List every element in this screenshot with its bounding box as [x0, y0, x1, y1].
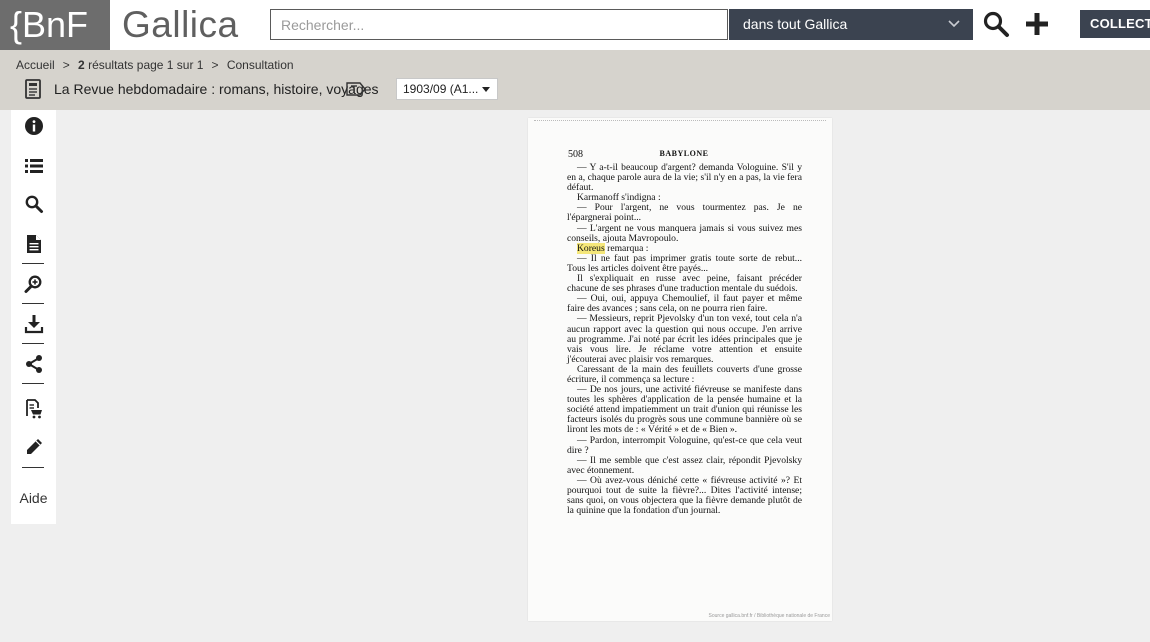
search-input[interactable] [270, 9, 728, 40]
text-paragraph: — De nos jours, une activité fiévreuse s… [567, 384, 802, 436]
breadcrumb-current: Consultation [226, 58, 294, 72]
text-paragraph: Caressant de la main des feuillets couve… [567, 363, 802, 385]
text-paragraph: — Messieurs, reprit Pjevolsky d'un ton v… [567, 313, 802, 365]
source-credit: Source gallica.bnf.fr / Bibliothèque nat… [708, 613, 830, 619]
table-of-contents-button[interactable] [11, 147, 56, 185]
date-select[interactable]: 1903/09 (A1... [396, 78, 498, 100]
zoom-icon [24, 275, 41, 293]
date-select-value: 1903/09 (A1... [403, 82, 479, 96]
share-button[interactable] [11, 345, 56, 383]
add-icon[interactable] [1024, 10, 1050, 38]
chevron-down-icon [948, 20, 960, 28]
document-page-viewer[interactable]: 508 BABYLONE — Y a-t-il beaucoup d'argen… [528, 118, 832, 621]
search-button[interactable] [982, 10, 1010, 38]
text-paragraph: — Il me semble que c'est assez clair, ré… [567, 454, 802, 476]
breadcrumb-results[interactable]: résultats page 1 sur 1 [88, 58, 203, 72]
text-paragraph: — Oui, oui, appuya Chemoulief, il faut p… [567, 293, 802, 315]
text-paragraph: — L'argent ne vous manquera jamais si vo… [567, 222, 802, 244]
breadcrumb: Accueil > 2 résultats page 1 sur 1 > Consu… [16, 58, 297, 72]
breadcrumb-separator: > [211, 58, 219, 72]
toolbar-divider [22, 343, 44, 344]
text-paragraph: Il s'expliquait en russe avec peine, fai… [567, 273, 802, 295]
periodical-icon [25, 79, 41, 99]
top-bar: {BnF Gallica dans tout Gallica COLLECTIO… [0, 0, 1150, 50]
gallica-logo[interactable]: Gallica [122, 2, 239, 48]
document-bar: Accueil > 2 résultats page 1 sur 1 > Consu… [0, 50, 1150, 110]
text-paragraph: — Y a-t-il beaucoup d'argent? demanda Vo… [567, 162, 802, 194]
search-scope-label: dans tout Gallica [743, 16, 848, 32]
toolbar-divider [22, 263, 44, 264]
text-paragraph: — Il ne faut pas imprimer gratis toute s… [567, 252, 802, 274]
search-icon [25, 195, 43, 213]
cart-icon [25, 399, 42, 419]
text-paragraph: — Où avez-vous déniché cette « fiévreuse… [567, 474, 802, 517]
breadcrumb-separator: > [62, 58, 70, 72]
info-button[interactable] [11, 107, 56, 145]
left-toolbar: Aide [11, 110, 56, 524]
info-icon [24, 117, 43, 135]
download-button[interactable] [11, 305, 56, 343]
download-icon [24, 315, 43, 334]
help-link[interactable]: Aide [11, 490, 56, 506]
search-scope-select[interactable]: dans tout Gallica [729, 9, 973, 40]
page-scan-edge [534, 120, 826, 128]
caret-down-icon [482, 87, 490, 92]
list-icon [24, 159, 43, 173]
document-title: La Revue hebdomadaire : romans, histoire… [54, 81, 379, 97]
collections-button[interactable]: COLLECTIONS [1080, 10, 1150, 38]
toolbar-divider [22, 303, 44, 304]
text-paragraph: — Pardon, interrompit Vologuine, qu'est-… [567, 434, 802, 456]
toolbar-divider [22, 383, 44, 384]
running-head: BABYLONE [659, 149, 709, 158]
text-paragraph: — Pour l'argent, ne vous tourmentez pas.… [567, 202, 802, 224]
document-mode-button[interactable] [11, 225, 56, 263]
text-mode-icon[interactable] [346, 82, 366, 96]
page-text: — Y a-t-il beaucoup d'argent? demanda Vo… [567, 162, 802, 517]
search-in-document-button[interactable] [11, 185, 56, 223]
zoom-button[interactable] [11, 265, 56, 303]
share-icon [25, 355, 42, 373]
bnf-logo[interactable]: {BnF [0, 0, 110, 50]
annotate-button[interactable] [11, 428, 56, 466]
toolbar-divider [22, 467, 44, 468]
edit-icon [26, 439, 42, 454]
document-icon [26, 235, 41, 253]
order-reproduction-button[interactable] [11, 390, 56, 428]
results-count[interactable]: 2 [78, 58, 85, 72]
breadcrumb-home[interactable]: Accueil [16, 58, 55, 72]
